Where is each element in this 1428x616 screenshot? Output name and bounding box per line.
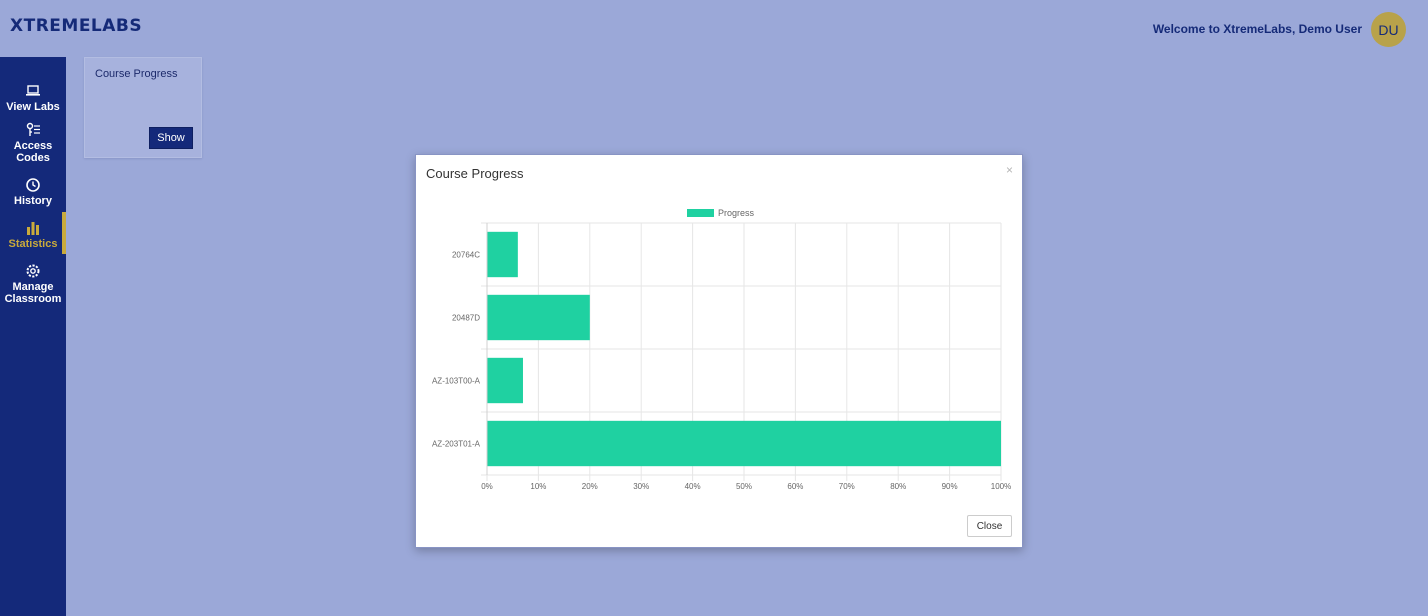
course-progress-modal: Course Progress × Progress 0% 10% 20% 30% 40%… bbox=[415, 154, 1023, 548]
y-tick-label: 20487D bbox=[452, 314, 480, 323]
sidebar-item-manage-classroom[interactable]: Manage Classroom bbox=[0, 263, 66, 305]
close-icon[interactable]: × bbox=[1006, 163, 1013, 177]
x-tick-label: 0% bbox=[481, 482, 493, 491]
history-icon bbox=[26, 178, 40, 192]
card-title: Course Progress bbox=[95, 68, 178, 80]
x-tick-label: 70% bbox=[839, 482, 855, 491]
user-avatar[interactable]: DU bbox=[1371, 12, 1406, 47]
progress-chart: Progress 0% 10% 20% 30% 40% 50% 60% 70% 80% 90% 100… bbox=[432, 208, 1011, 491]
x-tick-label: 100% bbox=[991, 482, 1011, 491]
show-button[interactable]: Show bbox=[149, 127, 193, 149]
x-tick-label: 30% bbox=[633, 482, 649, 491]
legend-swatch bbox=[687, 209, 714, 217]
sidebar-item-label: Access Codes bbox=[13, 140, 53, 164]
bar bbox=[487, 420, 1001, 467]
app-logo[interactable]: XTREMELABS bbox=[10, 16, 142, 36]
course-progress-card: Course Progress Show bbox=[84, 57, 202, 158]
legend-label: Progress bbox=[718, 208, 755, 218]
x-tick-label: 10% bbox=[530, 482, 546, 491]
bar bbox=[487, 357, 523, 404]
bar bbox=[487, 294, 590, 341]
sidebar-item-label: View Labs bbox=[6, 101, 60, 113]
sidebar: View Labs Access Codes History Statistic… bbox=[0, 57, 66, 616]
x-tick-label: 80% bbox=[890, 482, 906, 491]
y-tick-label: AZ-103T00-A bbox=[432, 377, 481, 386]
x-tick-label: 90% bbox=[942, 482, 958, 491]
sidebar-item-label: History bbox=[14, 195, 52, 207]
bar bbox=[487, 231, 518, 278]
sidebar-item-history[interactable]: History bbox=[0, 177, 66, 207]
bar-chart-icon bbox=[27, 222, 39, 235]
app-header: XTREMELABS Welcome to XtremeLabs, Demo U… bbox=[0, 0, 1428, 57]
sidebar-item-label: Manage Classroom bbox=[4, 281, 62, 305]
welcome-message: Welcome to XtremeLabs, Demo User bbox=[1152, 22, 1362, 36]
x-tick-label: 20% bbox=[582, 482, 598, 491]
y-tick-label: 20764C bbox=[452, 251, 480, 260]
x-tick-label: 50% bbox=[736, 482, 752, 491]
access-codes-icon bbox=[26, 122, 40, 136]
sidebar-item-view-labs[interactable]: View Labs bbox=[0, 83, 66, 113]
x-tick-label: 60% bbox=[787, 482, 803, 491]
laptop-icon bbox=[26, 85, 40, 96]
gear-icon bbox=[26, 264, 40, 278]
sidebar-item-access-codes[interactable]: Access Codes bbox=[0, 122, 66, 164]
sidebar-item-label: Statistics bbox=[8, 238, 58, 250]
modal-title: Course Progress bbox=[426, 166, 524, 181]
y-tick-label: AZ-203T01-A bbox=[432, 440, 481, 449]
close-button[interactable]: Close bbox=[967, 515, 1012, 537]
sidebar-item-statistics[interactable]: Statistics bbox=[0, 212, 66, 254]
x-tick-label: 40% bbox=[685, 482, 701, 491]
